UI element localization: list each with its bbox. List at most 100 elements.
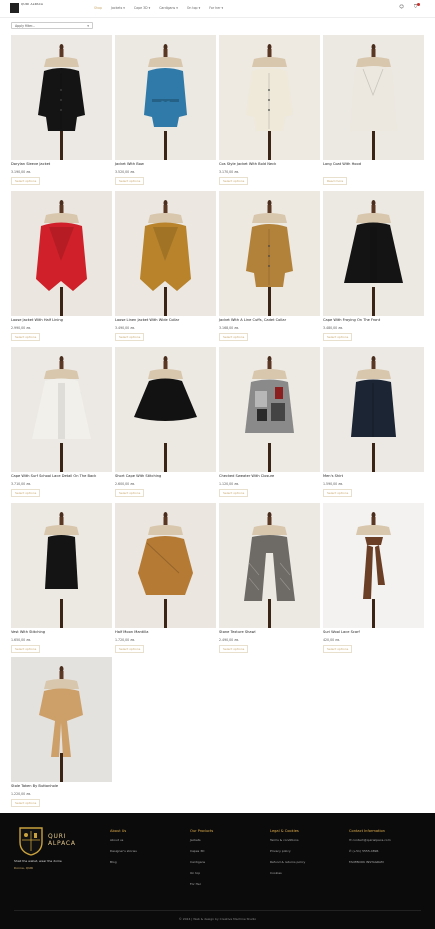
product-price: 1.650,00 лв. <box>11 638 32 642</box>
footer-divider <box>14 910 421 911</box>
logo-icon[interactable] <box>10 3 19 13</box>
product-name[interactable]: Jacket With A Line Cuffs, Cadet Collar <box>219 318 286 322</box>
select-options-button[interactable]: Select options <box>11 489 41 497</box>
footer-link[interactable]: Refund & returns policy <box>270 860 305 864</box>
footer-link[interactable]: On top <box>190 871 213 875</box>
select-options-button[interactable]: Select options <box>219 645 249 653</box>
product-image[interactable] <box>323 347 424 472</box>
footer-link[interactable]: FACEBOOK INSTAGRAM <box>349 860 391 864</box>
product-image[interactable] <box>11 191 112 316</box>
footer-copyright: © 2024 | Web & design by Creative Machin… <box>178 917 257 921</box>
product-name[interactable]: Cape With Surf School Lace Detail On The… <box>11 474 96 478</box>
product-image[interactable] <box>11 657 112 782</box>
product-name[interactable]: Suri Wool Lace Scarf <box>323 630 360 634</box>
select-options-button[interactable]: Select options <box>219 489 249 497</box>
product-price: 1.220,00 лв. <box>11 792 32 796</box>
product-image[interactable] <box>219 191 320 316</box>
select-options-button[interactable]: Select options <box>219 333 249 341</box>
product-name[interactable]: Half Moon Mantilla <box>115 630 148 634</box>
product-price: 420,00 лв. <box>323 638 341 642</box>
footer-link[interactable]: Jackets <box>190 838 213 842</box>
nav-item[interactable]: Cape 3D ▾ <box>134 6 150 10</box>
footer-link[interactable]: Cardigans <box>190 860 213 864</box>
footer-link[interactable]: About us <box>110 838 137 842</box>
product-image[interactable] <box>323 35 424 160</box>
product-image[interactable] <box>219 503 320 628</box>
footer-brand-line1: QURI <box>48 833 67 840</box>
footer-column: Contact Information ✉ contact@quirialpaca… <box>349 829 391 871</box>
product-image[interactable] <box>115 347 216 472</box>
product-image[interactable] <box>11 503 112 628</box>
nav-item[interactable]: Shop <box>94 6 102 10</box>
product-name[interactable]: Long Coat With Hood <box>323 162 361 166</box>
footer-brand-line2: ALPACA <box>48 840 76 847</box>
select-options-button[interactable]: Select options <box>11 333 41 341</box>
product-name[interactable]: Cape With Fraying On The Front <box>323 318 380 322</box>
crest-logo-icon <box>19 827 43 856</box>
user-icon[interactable]: ☺ <box>399 5 404 10</box>
footer-link[interactable]: Cookies <box>270 871 305 875</box>
product-image[interactable] <box>115 503 216 628</box>
nav-item[interactable]: Cardigans ▾ <box>159 6 178 10</box>
product-name[interactable]: Dorylan Sleeve Jacket <box>11 162 50 166</box>
product-image[interactable] <box>115 191 216 316</box>
select-options-button[interactable]: Select options <box>115 333 145 341</box>
product-name[interactable]: Loose Linen Jacket With Wide Collar <box>115 318 179 322</box>
product-price: 1.120,00 лв. <box>219 482 240 486</box>
footer-link[interactable]: Privacy policy <box>270 849 305 853</box>
product-price: 2.990,00 лв. <box>11 326 32 330</box>
select-options-button[interactable]: Select options <box>115 489 145 497</box>
product-name[interactable]: Loose Jacket With Half Lining <box>11 318 63 322</box>
filter-select[interactable]: Apply filter... ▾ <box>11 22 93 29</box>
nav-item[interactable]: For her ▾ <box>209 6 223 10</box>
product-image[interactable] <box>219 35 320 160</box>
select-options-button[interactable]: Select options <box>11 645 41 653</box>
logo-text[interactable]: QURI ALPACA <box>21 2 43 7</box>
product-name[interactable]: Checked Sweater With Closure <box>219 474 274 478</box>
product-name[interactable]: Men's Shirt <box>323 474 343 478</box>
product-image[interactable] <box>11 35 112 160</box>
select-options-button[interactable]: Select options <box>115 177 145 185</box>
product-image[interactable] <box>11 347 112 472</box>
filter-select-label: Apply filter... <box>15 24 36 28</box>
select-options-button[interactable]: Select options <box>115 645 145 653</box>
select-options-button[interactable]: Select options <box>323 489 353 497</box>
footer-column-heading: Our Products <box>190 829 214 833</box>
product-image[interactable] <box>323 503 424 628</box>
product-image[interactable] <box>115 35 216 160</box>
product-price: 2.600,00 лв. <box>115 482 136 486</box>
footer-link[interactable]: Terms & conditions <box>270 838 305 842</box>
select-options-button[interactable]: Select options <box>219 177 249 185</box>
product-name[interactable]: Cos Style Jacket With Bold Neck <box>219 162 276 166</box>
nav-item[interactable]: Jackets ▾ <box>111 6 125 10</box>
footer-link[interactable]: For Her <box>190 882 213 886</box>
footer-link[interactable]: Capes 3D <box>190 849 213 853</box>
footer-link[interactable]: ✉ contact@quirialpaca.com <box>349 838 391 842</box>
nav-item[interactable]: On top ▾ <box>187 6 200 10</box>
product-name[interactable]: Stole Taken By Buttonhole <box>11 784 58 788</box>
footer-column: Legal & Cookies Terms & conditions Privacy… <box>270 829 305 882</box>
product-name[interactable]: Jacket With Bow <box>115 162 144 166</box>
product-price: 2.490,00 лв. <box>219 638 240 642</box>
product-name[interactable]: Vest With Stitching <box>11 630 45 634</box>
product-price: 3.480,00 лв. <box>323 326 344 330</box>
product-price: 3.520,00 лв. <box>115 170 136 174</box>
select-options-button[interactable]: Select options <box>11 799 41 807</box>
product-name[interactable]: Short Cape With Stitching <box>115 474 161 478</box>
select-options-button[interactable]: Select options <box>11 177 41 185</box>
product-image[interactable] <box>219 347 320 472</box>
footer-link[interactable]: Designer's stories <box>110 849 137 853</box>
product-name[interactable]: Stone Texture Shawl <box>219 630 256 634</box>
product-image[interactable] <box>323 191 424 316</box>
product-price: 1.590,00 лв. <box>323 482 344 486</box>
select-options-button[interactable]: Read more <box>323 177 348 185</box>
footer-link[interactable]: ✆ (+51) 5555-4896 <box>349 849 391 853</box>
footer-column: Our Products Jackets Capes 3D Cardigans On t… <box>190 829 213 893</box>
footer-buy-link[interactable]: Donne, QURI <box>14 866 33 870</box>
product-price: 3.168,00 лв. <box>219 326 240 330</box>
product-price: 3.710,00 лв. <box>11 482 32 486</box>
select-options-button[interactable]: Select options <box>323 645 353 653</box>
select-options-button[interactable]: Select options <box>323 333 353 341</box>
footer-link[interactable]: Blog <box>110 860 137 864</box>
main-nav: Shop Jackets ▾ Cape 3D ▾ Cardigans ▾ On top … <box>94 6 223 10</box>
